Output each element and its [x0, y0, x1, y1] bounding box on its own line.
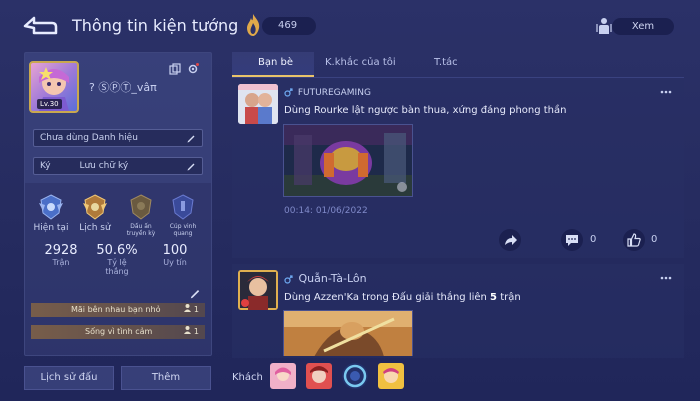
hero-scene-icon	[284, 311, 412, 356]
pencil-icon[interactable]	[189, 287, 201, 299]
post-timestamp: 00:14: 01/06/2022	[284, 206, 368, 216]
signature-placeholder: Lưu chữ ký	[79, 161, 129, 171]
rank-label: Hiện tại	[33, 223, 69, 233]
rank-emblem-icon	[39, 194, 63, 220]
more-dots-icon[interactable]	[660, 276, 672, 280]
rank-glory-cup[interactable]: Cúp vinh quang	[163, 193, 203, 237]
social-tag[interactable]: Sống vì tình cảm 1	[31, 325, 205, 339]
copy-icon[interactable]	[169, 63, 181, 75]
profile-header: Lv.30 ? ⓈⓅⓉ_vâπ Chưa dùng Danh hiệu Ký L…	[25, 53, 211, 183]
guest-avatar[interactable]	[378, 363, 404, 389]
post-author-avatar[interactable]	[238, 84, 278, 124]
post-author-name: FUTUREGAMING	[297, 88, 371, 98]
guest-avatar-icon	[306, 363, 332, 389]
level-badge: Lv.30	[37, 99, 62, 109]
page-title: Thông tin kiện tướng	[72, 16, 239, 35]
trophy-icon	[172, 194, 194, 220]
social-tag[interactable]: Mãi bên nhau bạn nhỏ 1	[31, 303, 205, 317]
pencil-icon[interactable]	[186, 133, 196, 143]
post-author[interactable]: FUTUREGAMING	[284, 88, 371, 98]
stat-winrate: 50.6% Tỷ lệ thắng	[87, 243, 147, 276]
view-person-icon	[596, 18, 612, 34]
post-author[interactable]: Quẫn-Tà-Lôn	[284, 272, 367, 285]
guest-avatar-icon	[378, 363, 404, 389]
tab-friends[interactable]: Bạn bè	[258, 57, 293, 68]
match-history-button[interactable]: Lịch sử đấu	[24, 366, 114, 390]
tag-count-value: 1	[193, 327, 199, 336]
top-bar: Thông tin kiện tướng 469 Xem	[0, 0, 700, 50]
post-text-end: trận	[497, 292, 521, 303]
add-button[interactable]: Thêm	[121, 366, 211, 390]
stat-value: 50.6%	[96, 243, 138, 258]
post-video-thumbnail[interactable]	[283, 124, 413, 197]
rank-history[interactable]: Lịch sử	[75, 193, 115, 233]
title-field[interactable]: Chưa dùng Danh hiệu	[33, 129, 203, 147]
stat-label: Trận	[52, 258, 70, 267]
tab-divider	[232, 77, 684, 78]
tag-text: Mãi bên nhau bạn nhỏ	[71, 305, 161, 314]
guest-avatar[interactable]	[342, 363, 368, 389]
rank-label: Lịch sử	[79, 223, 111, 233]
coin-balance: 469	[262, 17, 316, 35]
tag-count: 1	[184, 325, 199, 339]
comment-icon[interactable]	[560, 228, 584, 252]
post-text: Dùng Azzen'Ka trong Đấu giải thắng liên …	[284, 292, 521, 303]
rank-current[interactable]: Hiện tại	[31, 193, 71, 233]
rank-legend-mark[interactable]: Dấu ấn truyền kỳ	[121, 193, 161, 237]
avatar-photo-icon	[238, 84, 278, 124]
signature-field[interactable]: Ký Lưu chữ ký	[33, 157, 203, 175]
flame-coin-icon	[247, 14, 260, 36]
comment-count: 0	[590, 234, 597, 245]
title-field-text: Chưa dùng Danh hiệu	[40, 133, 138, 143]
post-author-name: Quẫn-Tà-Lôn	[298, 272, 367, 285]
back-arrow-icon[interactable]	[22, 15, 58, 37]
pencil-icon[interactable]	[186, 161, 196, 171]
rank-label: Cúp vinh quang	[169, 223, 197, 237]
hero-scene-icon	[284, 125, 412, 196]
person-icon	[184, 326, 192, 334]
tag-count-value: 1	[193, 305, 199, 314]
view-button[interactable]: Xem	[612, 18, 674, 35]
tab-my-moments[interactable]: K.khắc của tôi	[325, 57, 396, 68]
stat-reputation: 100 Uy tín	[145, 243, 205, 267]
guest-avatar-icon	[342, 363, 368, 389]
like-count: 0	[651, 234, 658, 245]
hero-avatar-icon	[238, 270, 278, 310]
share-icon[interactable]	[498, 228, 522, 252]
person-icon	[184, 304, 192, 312]
avatar[interactable]: Lv.30	[29, 61, 79, 113]
male-icon	[284, 88, 293, 97]
post-video-thumbnail[interactable]	[283, 310, 413, 356]
rank-emblem-icon	[130, 194, 152, 220]
guests-label: Khách	[232, 372, 263, 383]
post-text: Dùng Rourke lật ngược bàn thua, xứng đán…	[284, 105, 567, 116]
profile-panel: Lv.30 ? ⓈⓅⓉ_vâπ Chưa dùng Danh hiệu Ký L…	[24, 52, 212, 356]
tab-interactions[interactable]: T.tác	[434, 57, 458, 68]
post-text-main: Dùng Azzen'Ka trong Đấu giải thắng liên	[284, 292, 491, 303]
post-author-avatar[interactable]	[238, 270, 278, 310]
more-dots-icon[interactable]	[660, 90, 672, 94]
guest-avatar-icon	[270, 363, 296, 389]
rank-label: Dấu ấn truyền kỳ	[126, 223, 156, 237]
rank-emblem-icon	[83, 194, 107, 220]
stat-label: Tỷ lệ thắng	[105, 258, 129, 276]
post-text-number: 5	[490, 292, 498, 303]
guest-avatar[interactable]	[306, 363, 332, 389]
signature-prefix: Ký	[40, 161, 51, 171]
tag-text: Sống vì tình cảm	[85, 327, 153, 336]
stat-label: Uy tín	[163, 258, 187, 267]
stat-value: 100	[162, 243, 188, 258]
male-icon	[284, 274, 293, 284]
settings-icon[interactable]	[187, 63, 199, 75]
tag-count: 1	[184, 303, 199, 317]
player-name: ? ⓈⓅⓉ_vâπ	[89, 81, 157, 94]
thumbs-up-icon[interactable]	[622, 228, 646, 252]
stat-value: 2928	[44, 243, 78, 258]
stat-matches: 2928 Trận	[31, 243, 91, 267]
guest-avatar[interactable]	[270, 363, 296, 389]
